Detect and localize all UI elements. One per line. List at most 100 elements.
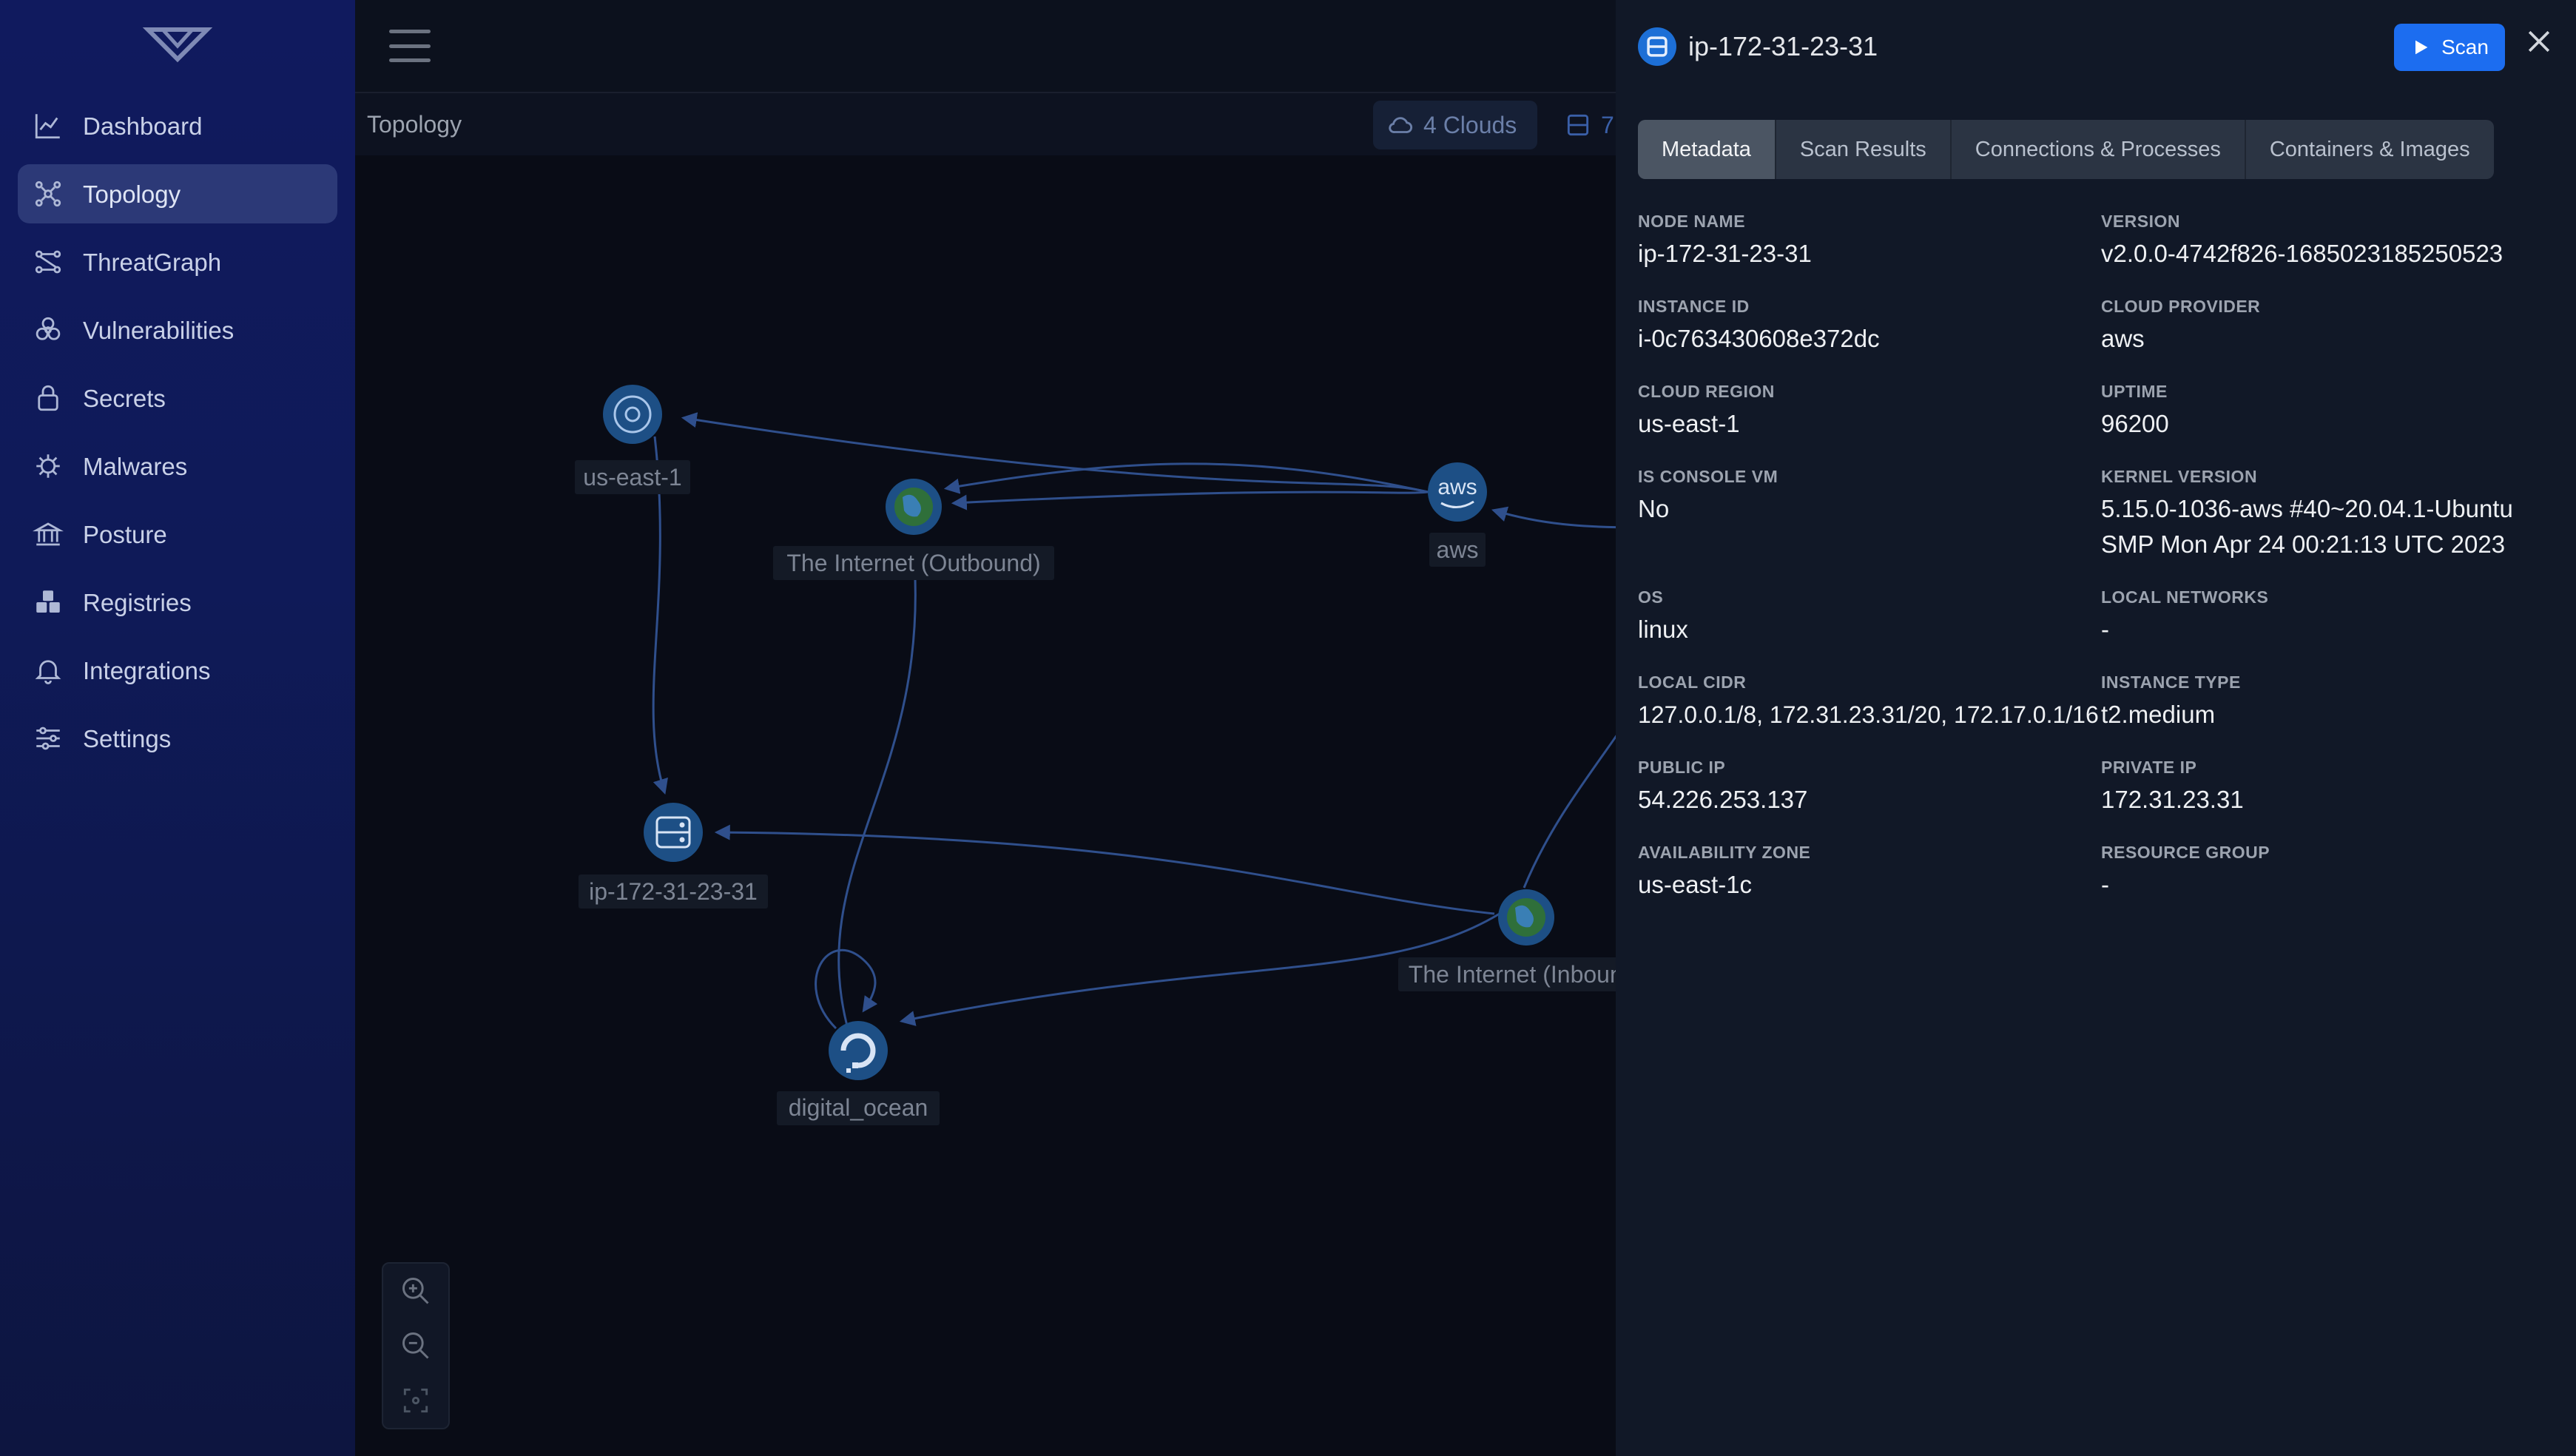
sidebar: Dashboard Topology ThreatGraph Vulnerabi… bbox=[0, 0, 355, 1456]
server-icon bbox=[1567, 114, 1589, 136]
metadata-field: NODE NAME ip-172-31-23-31 bbox=[1638, 212, 2101, 297]
metadata-row: OS linux LOCAL NETWORKS - bbox=[1638, 587, 2555, 673]
field-value: i-0c763430608e372dc bbox=[1638, 325, 1880, 352]
fit-view-icon[interactable] bbox=[399, 1384, 432, 1417]
graph-node-host[interactable]: ip-172-31-23-31 bbox=[579, 803, 768, 909]
sidebar-item-malwares[interactable]: Malwares bbox=[18, 437, 337, 496]
metadata-field: CLOUD PROVIDER aws bbox=[2101, 297, 2555, 382]
graph-node-aws[interactable]: aws aws bbox=[1428, 462, 1487, 567]
field-value: us-east-1c bbox=[1638, 871, 1753, 898]
building-columns-icon bbox=[33, 522, 64, 546]
svg-text:aws: aws bbox=[1437, 475, 1477, 499]
field-value: 54.226.253.137 bbox=[1638, 786, 1808, 813]
metadata-row: INSTANCE ID i-0c763430608e372dc CLOUD PR… bbox=[1638, 297, 2555, 382]
threatgraph-icon bbox=[35, 250, 61, 274]
panel-title: ip-172-31-23-31 bbox=[1688, 31, 1878, 61]
sidebar-item-secrets[interactable]: Secrets bbox=[18, 368, 337, 428]
sidebar-item-settings[interactable]: Settings bbox=[18, 709, 337, 768]
metadata-field: IS CONSOLE VM No bbox=[1638, 467, 2101, 587]
field-value: t2.medium bbox=[2101, 701, 2216, 728]
sidebar-item-integrations[interactable]: Integrations bbox=[18, 641, 337, 700]
globe-icon bbox=[894, 488, 933, 526]
scan-button[interactable]: Scan bbox=[2394, 24, 2505, 71]
field-label: PUBLIC IP bbox=[1638, 758, 1726, 777]
field-label: PRIVATE IP bbox=[2101, 758, 2197, 777]
sidebar-item-posture[interactable]: Posture bbox=[18, 505, 337, 564]
sidebar-item-vulnerabilities[interactable]: Vulnerabilities bbox=[18, 300, 337, 360]
graph-node-us-east-1[interactable]: us-east-1 bbox=[575, 385, 690, 494]
sidebar-item-label: Posture bbox=[83, 520, 167, 548]
tab-containers-images[interactable]: Containers & Images bbox=[2246, 120, 2494, 179]
graph-edge bbox=[1491, 506, 1616, 529]
sidebar-item-label: Settings bbox=[83, 724, 172, 752]
menu-icon[interactable] bbox=[389, 30, 431, 62]
metadata-field: PUBLIC IP 54.226.253.137 bbox=[1638, 758, 2101, 843]
graph-node-label: us-east-1 bbox=[583, 464, 681, 491]
metadata-field: INSTANCE TYPE t2.medium bbox=[2101, 673, 2555, 758]
field-value: 96200 bbox=[2101, 410, 2169, 437]
biohazard-icon bbox=[36, 317, 61, 340]
metadata-field: VERSION v2.0.0-4742f826-1685023185250523 bbox=[2101, 212, 2555, 297]
metadata-field: KERNEL VERSION 5.15.0-1036-aws #40~20.04… bbox=[2101, 467, 2555, 587]
field-value: ip-172-31-23-31 bbox=[1638, 240, 1812, 267]
tab-scan-results[interactable]: Scan Results bbox=[1776, 120, 1952, 179]
field-value: us-east-1 bbox=[1638, 410, 1740, 437]
sidebar-item-threatgraph[interactable]: ThreatGraph bbox=[18, 232, 337, 291]
graph-node-label: The Internet (Inbound) bbox=[1409, 961, 1616, 988]
sidebar-item-registries[interactable]: Registries bbox=[18, 573, 337, 632]
metadata-row: AVAILABILITY ZONE us-east-1c RESOURCE GR… bbox=[1638, 843, 2555, 928]
topology-main: Topology 4 Clouds 7 us-east-1 aws aws Th… bbox=[355, 0, 1616, 1456]
graph-node-internet-outbound[interactable]: The Internet (Outbound) bbox=[773, 479, 1054, 580]
graph-edge bbox=[714, 824, 1495, 915]
metadata-field: AVAILABILITY ZONE us-east-1c bbox=[1638, 843, 2101, 928]
metadata-field: PRIVATE IP 172.31.23.31 bbox=[2101, 758, 2555, 843]
chart-line-icon bbox=[35, 114, 60, 139]
graph-node-label: aws bbox=[1437, 536, 1479, 563]
topology-icon bbox=[35, 181, 61, 207]
metadata-field: INSTANCE ID i-0c763430608e372dc bbox=[1638, 297, 2101, 382]
sidebar-item-label: Vulnerabilities bbox=[83, 316, 235, 344]
tab-metadata[interactable]: Metadata bbox=[1638, 120, 1776, 179]
field-label: KERNEL VERSION bbox=[2101, 467, 2258, 486]
panel-tabs: Metadata Scan Results Connections & Proc… bbox=[1638, 120, 2494, 179]
field-label: NODE NAME bbox=[1638, 212, 1746, 231]
hosts-filter-chip[interactable]: 7 bbox=[1551, 101, 1616, 149]
metadata-field: RESOURCE GROUP - bbox=[2101, 843, 2555, 928]
graph-edge bbox=[837, 547, 923, 1040]
field-label: LOCAL CIDR bbox=[1638, 673, 1747, 692]
topology-graph[interactable]: us-east-1 aws aws The Internet (Outbound… bbox=[355, 155, 1616, 1456]
field-label: AVAILABILITY ZONE bbox=[1638, 843, 1811, 862]
field-label: LOCAL NETWORKS bbox=[2101, 587, 2269, 607]
graph-edge bbox=[951, 491, 1429, 510]
field-label: INSTANCE ID bbox=[1638, 297, 1750, 316]
scan-button-label: Scan bbox=[2441, 36, 2489, 58]
globe-icon bbox=[1507, 898, 1545, 937]
sidebar-item-dashboard[interactable]: Dashboard bbox=[18, 96, 337, 155]
sidebar-item-label: ThreatGraph bbox=[83, 248, 222, 276]
graph-node-digital-ocean[interactable]: digital_ocean bbox=[777, 1021, 940, 1125]
bug-icon bbox=[36, 454, 60, 478]
field-value: aws bbox=[2101, 325, 2145, 352]
tab-connections-processes[interactable]: Connections & Processes bbox=[1952, 120, 2246, 179]
clouds-count-label: 4 Clouds bbox=[1423, 111, 1517, 138]
zoom-out-icon[interactable] bbox=[399, 1329, 432, 1362]
close-icon[interactable] bbox=[2523, 25, 2555, 58]
metadata-row: LOCAL CIDR 127.0.0.1/8, 172.31.23.31/20,… bbox=[1638, 673, 2555, 758]
clouds-filter-chip[interactable]: 4 Clouds bbox=[1373, 101, 1537, 149]
metadata-field: UPTIME 96200 bbox=[2101, 382, 2555, 467]
metadata-row: IS CONSOLE VM No KERNEL VERSION 5.15.0-1… bbox=[1638, 467, 2555, 587]
topbar bbox=[355, 0, 1616, 93]
field-label: CLOUD REGION bbox=[1638, 382, 1775, 401]
field-value: linux bbox=[1638, 616, 1688, 643]
field-label: VERSION bbox=[2101, 212, 2181, 231]
zoom-in-icon[interactable] bbox=[399, 1275, 432, 1307]
metadata-grid: NODE NAME ip-172-31-23-31 VERSION v2.0.0… bbox=[1638, 212, 2555, 928]
field-label: CLOUD PROVIDER bbox=[2101, 297, 2261, 316]
sidebar-item-label: Malwares bbox=[83, 452, 188, 480]
sidebar-item-label: Secrets bbox=[83, 384, 166, 412]
field-value: 5.15.0-1036-aws #40~20.04.1-Ubuntu SMP M… bbox=[2101, 495, 2513, 558]
deepfence-logo-icon[interactable] bbox=[141, 22, 215, 67]
field-value: No bbox=[1638, 495, 1670, 522]
sidebar-item-topology[interactable]: Topology bbox=[18, 164, 337, 223]
graph-edge bbox=[1523, 735, 1616, 889]
